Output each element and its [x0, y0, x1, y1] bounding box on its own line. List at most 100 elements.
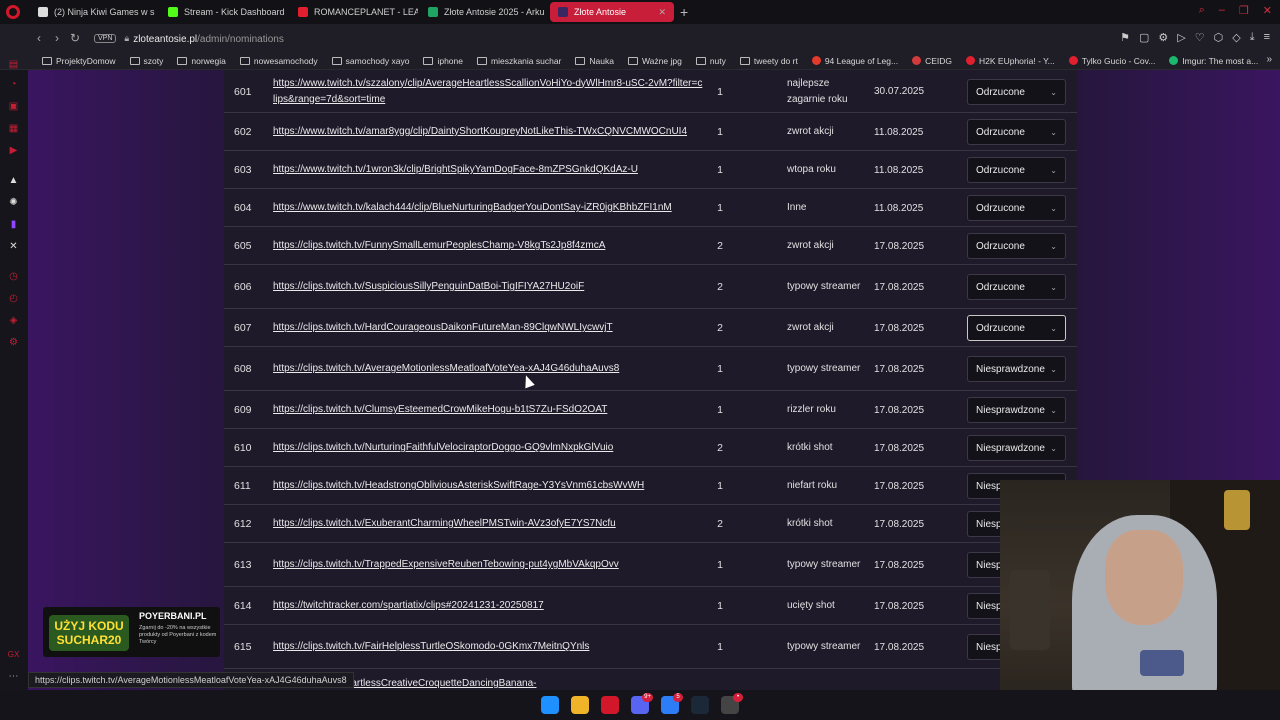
- bookmark-icon[interactable]: ⚑: [1120, 31, 1130, 44]
- reload-button[interactable]: ↻: [66, 31, 84, 45]
- file-explorer-icon[interactable]: [571, 696, 589, 714]
- steam-icon[interactable]: [691, 696, 709, 714]
- sidebar-x-icon[interactable]: ✕: [7, 240, 20, 253]
- bookmark-item[interactable]: Nauka: [569, 56, 620, 66]
- extensions-icon[interactable]: ⬡: [1214, 31, 1224, 44]
- clip-link[interactable]: https://twitchtracker.com/spartiatix/cli…: [273, 587, 703, 625]
- browser-tab[interactable]: Stream - Kick Dashboard: [160, 2, 288, 22]
- status-select[interactable]: Odrzucone ⌄: [967, 195, 1066, 221]
- sidebar-home-icon[interactable]: ▤: [7, 58, 20, 71]
- bookmark-item[interactable]: Tylko Gucio - Cov...: [1063, 56, 1162, 66]
- bookmark-item[interactable]: mieszkania suchar: [471, 56, 567, 66]
- chevron-down-icon: ⌄: [1050, 165, 1057, 175]
- player-icon[interactable]: ▷: [1177, 31, 1185, 44]
- status-select[interactable]: Odrzucone ⌄: [967, 157, 1066, 183]
- clip-link[interactable]: https://clips.twitch.tv/FairHelplessTurt…: [273, 625, 703, 669]
- download-icon[interactable]: ⤓: [1250, 31, 1255, 44]
- forward-button[interactable]: ›: [48, 31, 66, 45]
- clip-link[interactable]: https://clips.twitch.tv/ClumsyEsteemedCr…: [273, 391, 703, 429]
- clip-link[interactable]: https://clips.twitch.tv/HardCourageousDa…: [273, 309, 703, 347]
- snapshot-icon[interactable]: ▢: [1139, 31, 1149, 44]
- bookmarks-overflow-icon[interactable]: »: [1266, 54, 1272, 65]
- vpn-badge[interactable]: VPN: [94, 33, 117, 43]
- status-select[interactable]: Odrzucone ⌄: [967, 233, 1066, 259]
- sidebar-speed-dial-icon[interactable]: ◔: [7, 78, 20, 91]
- heart-icon[interactable]: ♡: [1195, 31, 1205, 44]
- url-field[interactable]: zloteantosie.pl/admin/nominations: [133, 31, 284, 45]
- maximize-button[interactable]: ❐: [1239, 4, 1249, 17]
- clip-link[interactable]: https://clips.twitch.tv/AverageMotionles…: [273, 347, 703, 391]
- notification-badge: •: [733, 693, 743, 702]
- sidebar-video-icon[interactable]: ▶: [7, 144, 20, 157]
- browser-tab[interactable]: Złote Antosie 2025 - Arku: [420, 2, 548, 22]
- windows-start-icon[interactable]: [541, 696, 559, 714]
- clip-link[interactable]: https://clips.twitch.tv/HeadstrongOblivi…: [273, 467, 703, 505]
- browser-tab[interactable]: (2) Ninja Kiwi Games w s: [30, 2, 158, 22]
- bookmark-item[interactable]: Ważne jpg: [622, 56, 688, 66]
- clip-link[interactable]: https://www.twitch.tv/1wron3k/clip/Brigh…: [273, 151, 703, 189]
- status-select[interactable]: Niesprawdzone ⌄: [967, 356, 1066, 382]
- nomination-id: 611: [234, 480, 251, 492]
- search-tabs-icon[interactable]: ⌕: [1199, 4, 1205, 17]
- sidebar-more-icon[interactable]: ⋯: [7, 670, 20, 683]
- bookmark-label: tweety do rt: [753, 55, 798, 66]
- sidebar-clock-icon[interactable]: ◴: [7, 292, 20, 305]
- clip-link[interactable]: https://clips.twitch.tv/ExuberantCharmin…: [273, 505, 703, 543]
- opera-gx-icon[interactable]: •: [721, 693, 743, 714]
- sidebar-aria-icon[interactable]: ▲: [7, 174, 20, 187]
- bookmark-item[interactable]: Imgur: The most a...: [1163, 56, 1264, 66]
- bookmark-item[interactable]: samochody xayo: [326, 56, 416, 66]
- sidebar-pin-icon[interactable]: ◈: [7, 314, 20, 327]
- status-select[interactable]: Niesprawdzone ⌄: [967, 435, 1066, 461]
- bookmark-item[interactable]: H2K EUphoria! - Y...: [960, 56, 1061, 66]
- notification-badge: 5: [673, 693, 683, 702]
- bookmark-item[interactable]: ProjektyDomow: [36, 56, 122, 66]
- minimize-button[interactable]: –: [1219, 4, 1225, 17]
- menu-icon[interactable]: ≡: [1264, 31, 1270, 44]
- close-window-button[interactable]: ✕: [1263, 4, 1272, 17]
- sidebar-twitch-icon[interactable]: ▮: [7, 218, 20, 231]
- lock-icon[interactable]: 🔒︎: [124, 33, 129, 44]
- bookmark-label: nowesamochody: [253, 55, 318, 66]
- vpn-shield-icon[interactable]: ◇: [1232, 31, 1240, 44]
- vote-count: 2: [717, 240, 723, 252]
- nomination-date: 11.08.2025: [874, 164, 924, 176]
- back-button[interactable]: ‹: [30, 31, 48, 45]
- sidebar-wallet-icon[interactable]: ▣: [7, 100, 20, 113]
- clip-link[interactable]: https://www.twitch.tv/amar8ygg/clip/Dain…: [273, 113, 703, 151]
- sidebar-history-icon[interactable]: ◷: [7, 270, 20, 283]
- opera-icon[interactable]: [601, 696, 619, 714]
- bookmark-item[interactable]: CEIDG: [906, 56, 958, 66]
- bookmark-item[interactable]: tweety do rt: [734, 56, 804, 66]
- clip-link[interactable]: https://www.twitch.tv/szzalony/clip/Aver…: [273, 70, 703, 113]
- clip-link[interactable]: https://clips.twitch.tv/TrappedExpensive…: [273, 543, 703, 587]
- nomination-id: 607: [234, 322, 252, 334]
- status-select[interactable]: Odrzucone ⌄: [967, 119, 1066, 145]
- sidebar-gx-icon[interactable]: GX: [7, 648, 20, 661]
- opera-menu-icon[interactable]: [6, 5, 20, 19]
- status-select[interactable]: Odrzucone ⌄: [967, 315, 1066, 341]
- messenger-icon[interactable]: 5: [661, 693, 683, 714]
- sidebar-settings-icon[interactable]: ⚙: [7, 336, 20, 349]
- browser-tab[interactable]: Złote Antosie ✕: [550, 2, 674, 22]
- clip-link[interactable]: https://clips.twitch.tv/SuspiciousSillyP…: [273, 265, 703, 309]
- new-tab-button[interactable]: +: [680, 4, 696, 20]
- bookmark-item[interactable]: 94 League of Leg...: [806, 56, 904, 66]
- settings-icon[interactable]: ⚙: [1158, 31, 1168, 44]
- clip-link[interactable]: https://clips.twitch.tv/FunnySmallLemurP…: [273, 227, 703, 265]
- status-select[interactable]: Odrzucone ⌄: [967, 79, 1066, 105]
- bookmark-item[interactable]: szoty: [124, 56, 170, 66]
- browser-tab[interactable]: ROMANCEPLANET - LEA: [290, 2, 418, 22]
- sidebar-messages-icon[interactable]: ▦: [7, 122, 20, 135]
- bookmark-item[interactable]: norwegia: [171, 56, 232, 66]
- bookmark-item[interactable]: iphone: [417, 56, 469, 66]
- clip-link[interactable]: https://www.twitch.tv/kalach444/clip/Blu…: [273, 189, 703, 227]
- bookmark-item[interactable]: nuty: [690, 56, 732, 66]
- status-select[interactable]: Odrzucone ⌄: [967, 274, 1066, 300]
- bookmark-item[interactable]: nowesamochody: [234, 56, 324, 66]
- discord-icon[interactable]: 9+: [631, 693, 653, 714]
- sidebar-chatgpt-icon[interactable]: ✺: [7, 196, 20, 209]
- tab-close-icon[interactable]: ✕: [658, 7, 666, 18]
- clip-link[interactable]: https://clips.twitch.tv/NurturingFaithfu…: [273, 429, 703, 467]
- status-select[interactable]: Niesprawdzone ⌄: [967, 397, 1066, 423]
